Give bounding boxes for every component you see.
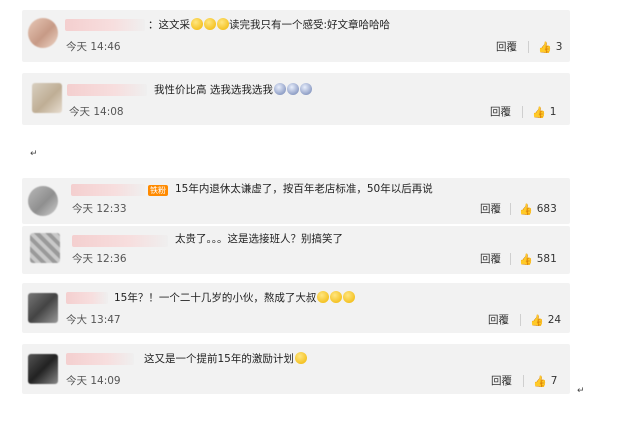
avatar[interactable] <box>32 83 62 113</box>
divider <box>528 41 529 53</box>
username[interactable] <box>66 353 134 365</box>
emoji-icon <box>217 18 229 30</box>
comment-text-part1: ：这文采 <box>148 19 190 31</box>
comment-time: 今天 14:46 <box>66 41 121 53</box>
avatar[interactable] <box>28 186 58 216</box>
comment-text: 15年？！一个二十几岁的小伙，熬成了大叔 <box>114 291 356 305</box>
paragraph-mark: ↵ <box>30 149 38 159</box>
emoji-icon <box>191 18 203 30</box>
reply-button[interactable]: 回覆 <box>488 313 509 327</box>
avatar[interactable] <box>28 354 58 384</box>
comment-time: 今天 14:09 <box>66 375 121 387</box>
avatar[interactable] <box>30 233 60 263</box>
like-button[interactable]: 👍 581 <box>519 252 557 266</box>
comment-text-part2: 读完我只有一个感受:好文章哈哈哈 <box>229 19 391 31</box>
avatar[interactable] <box>28 293 58 323</box>
thumbs-up-icon: 👍 <box>538 40 552 54</box>
divider <box>522 106 523 118</box>
emoji-icon <box>343 291 356 303</box>
username[interactable] <box>66 292 108 304</box>
divider <box>523 375 524 387</box>
divider <box>510 253 511 265</box>
username[interactable] <box>71 184 145 196</box>
comment-time: 今天 12:33 <box>72 203 127 215</box>
reply-button[interactable]: 回覆 <box>496 40 517 54</box>
like-count: 24 <box>547 314 562 326</box>
thumbs-up-icon: 👍 <box>532 105 546 119</box>
reply-button[interactable]: 回覆 <box>491 374 512 388</box>
emoji-icon <box>330 291 343 303</box>
thumbs-up-icon: 👍 <box>533 374 547 388</box>
comment-text: 15年内退休太谦虚了，按百年老店标准，50年以后再说 <box>175 183 433 195</box>
comment-text: 我性价比高 选我选我选我 <box>154 83 312 97</box>
like-count: 581 <box>536 253 557 265</box>
paragraph-mark: ↵ <box>577 386 585 396</box>
like-count: 7 <box>550 375 558 387</box>
emoji-icon <box>286 83 299 95</box>
comment-card: ：这文采 读完我只有一个感受:好文章哈哈哈 今天 14:46 回覆 👍 3 <box>22 10 570 62</box>
thumbs-up-icon: 👍 <box>519 202 533 216</box>
comment-card: 铁粉 15年内退休太谦虚了，按百年老店标准，50年以后再说 今天 12:33 回… <box>22 178 570 224</box>
comment-text: 太贵了。。。这是选接班人？别搞笑了 <box>175 233 343 245</box>
username[interactable] <box>65 19 145 31</box>
comment-card: 这又是一个提前15年的激励计划 今天 14:09 回覆 👍 7 <box>22 344 570 394</box>
username[interactable] <box>67 84 147 96</box>
username[interactable] <box>72 235 168 247</box>
comment-card: 15年？！一个二十几岁的小伙，熬成了大叔 今大 13:47 回覆 👍 24 <box>22 283 570 333</box>
divider <box>520 314 521 326</box>
thumbs-up-icon: 👍 <box>519 252 533 266</box>
like-count: 1 <box>549 106 557 118</box>
fan-badge: 铁粉 <box>148 185 168 196</box>
reply-button[interactable]: 回覆 <box>480 202 501 216</box>
like-button[interactable]: 👍 683 <box>519 202 557 216</box>
avatar[interactable] <box>28 18 58 48</box>
comment-text-part1: 我性价比高 选我选我选我 <box>154 84 273 96</box>
like-button[interactable]: 👍 7 <box>533 374 557 388</box>
comment-card: 我性价比高 选我选我选我 今天 14:08 回覆 👍 1 <box>22 73 570 125</box>
emoji-icon <box>299 83 312 95</box>
like-button[interactable]: 👍 24 <box>530 313 561 327</box>
divider <box>510 203 511 215</box>
emoji-icon <box>294 352 307 364</box>
emoji-icon <box>317 291 330 303</box>
reply-button[interactable]: 回覆 <box>490 105 511 119</box>
emoji-icon <box>204 18 216 30</box>
comment-time: 今天 14:08 <box>69 106 124 118</box>
comment-text: ：这文采 读完我只有一个感受:好文章哈哈哈 <box>148 18 390 32</box>
comment-text: 这又是一个提前15年的激励计划 <box>144 352 307 366</box>
comment-text-part1: 15年？！一个二十几岁的小伙，熬成了大叔 <box>114 292 317 304</box>
comment-time: 今天 12:36 <box>72 253 127 265</box>
comment-card: 太贵了。。。这是选接班人？别搞笑了 今天 12:36 回覆 👍 581 <box>22 226 570 274</box>
comment-time: 今大 13:47 <box>66 314 121 326</box>
like-button[interactable]: 👍 1 <box>532 105 556 119</box>
like-count: 683 <box>536 203 557 215</box>
like-count: 3 <box>555 41 563 53</box>
emoji-icon <box>273 83 286 95</box>
comment-text-part1: 这又是一个提前15年的激励计划 <box>144 353 294 365</box>
thumbs-up-icon: 👍 <box>530 313 544 327</box>
reply-button[interactable]: 回覆 <box>480 252 501 266</box>
like-button[interactable]: 👍 3 <box>538 40 562 54</box>
